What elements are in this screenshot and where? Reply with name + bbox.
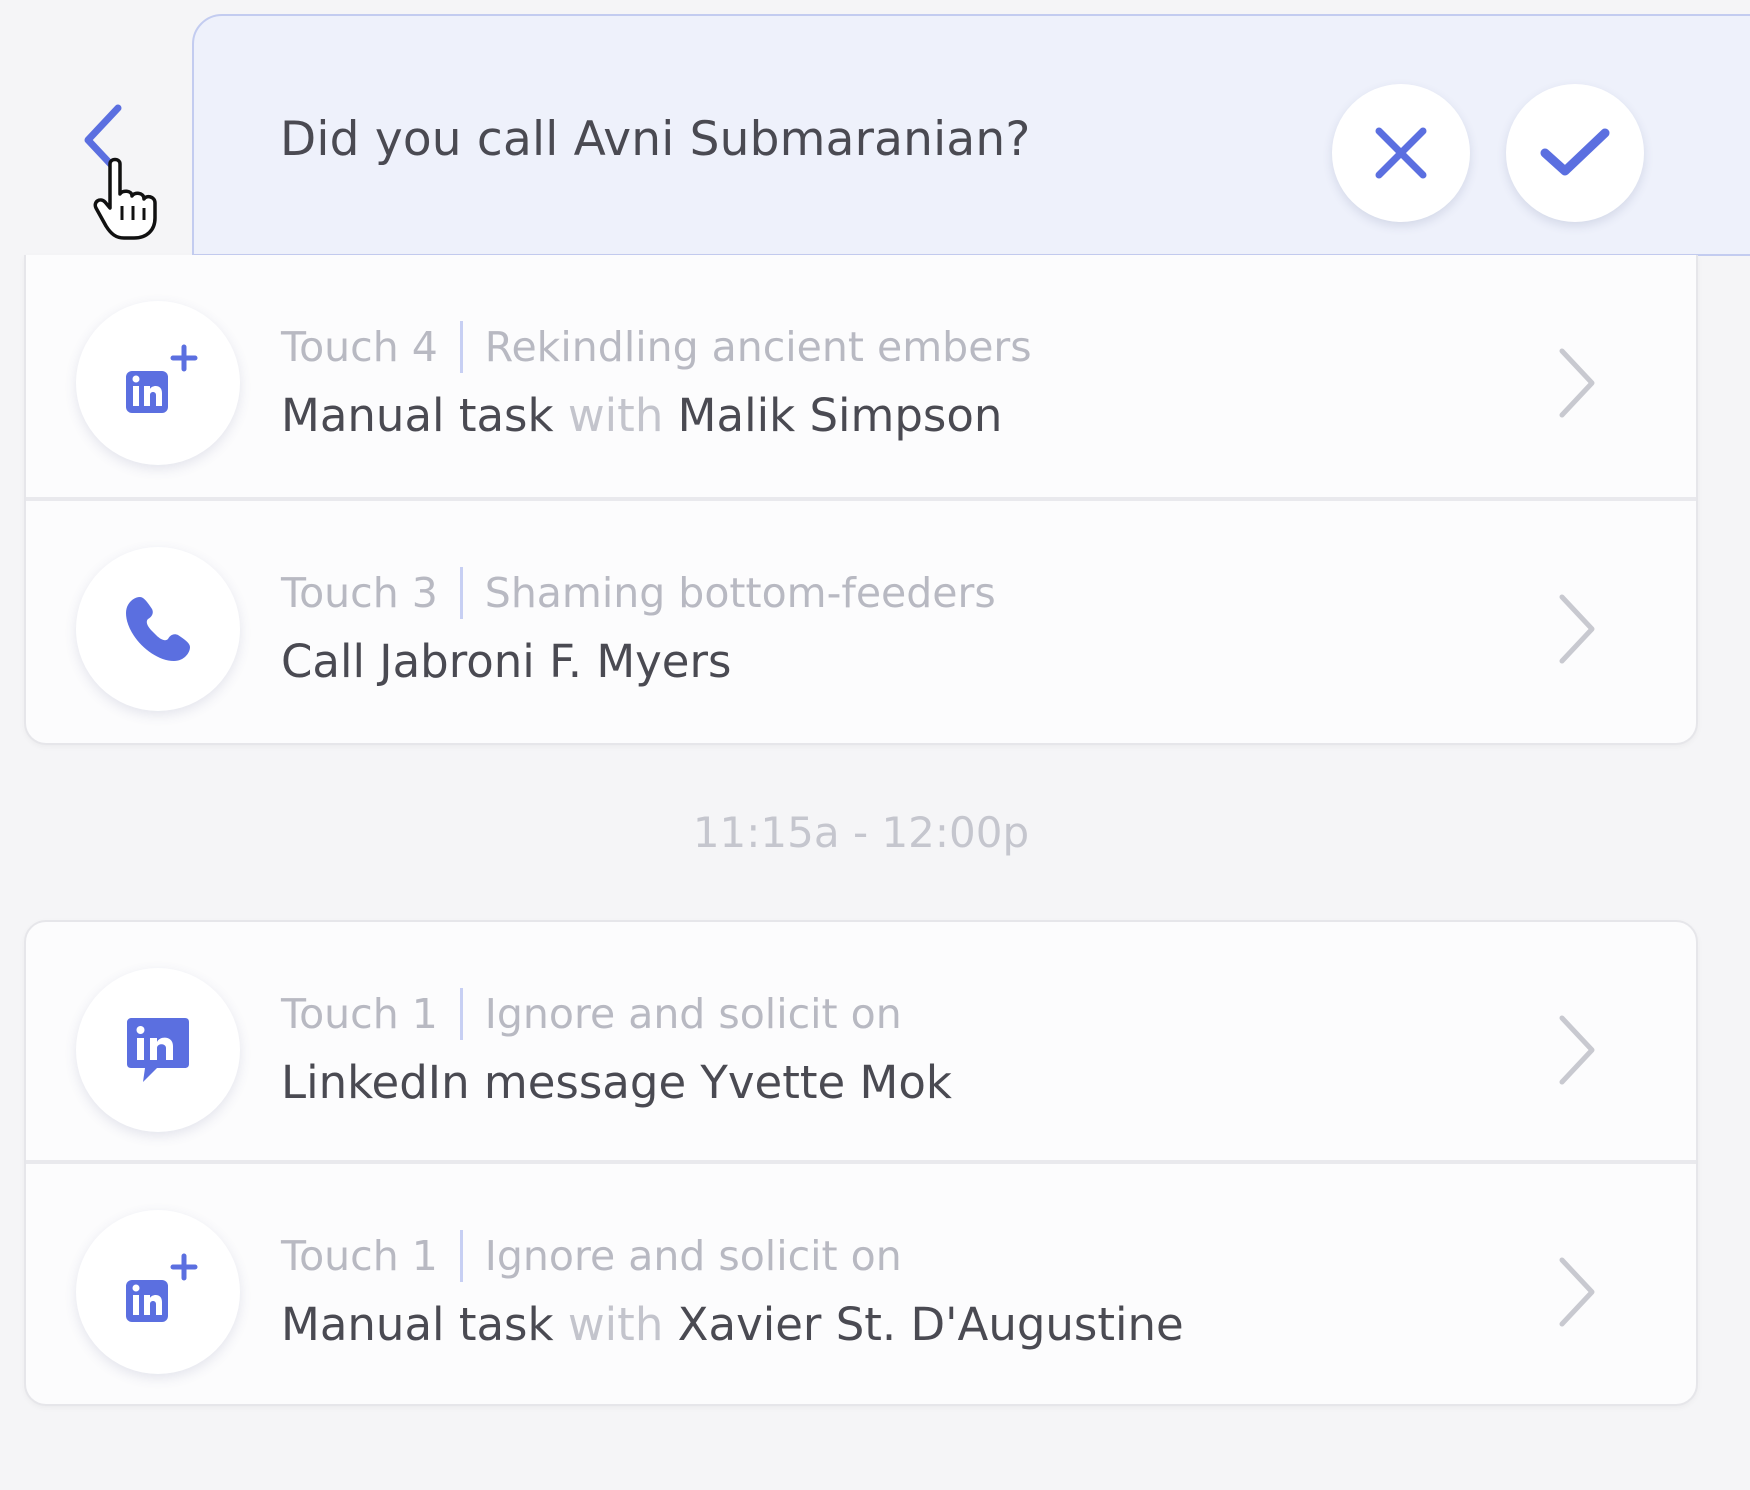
campaign-name: Shaming bottom-feeders	[484, 569, 996, 617]
touch-separator	[459, 567, 463, 619]
touch-info: Touch 3 Shaming bottom-feeders	[281, 567, 996, 619]
task-row[interactable]: Touch 1 Ignore and solicit on Manual tas…	[26, 1164, 1696, 1404]
task-row[interactable]: Touch 4 Rekindling ancient embers Manual…	[26, 255, 1696, 495]
campaign-name: Ignore and solicit on	[484, 1232, 902, 1280]
checkmark-icon	[1540, 128, 1610, 176]
task-contact: Xavier St. D'Augustine	[677, 1298, 1184, 1351]
linkedin-add-icon	[126, 344, 198, 413]
task-type-badge	[76, 301, 240, 465]
time-slot-label: 11:15a - 12:00p	[692, 808, 1030, 857]
task-title: LinkedIn message Yvette Mok	[281, 1056, 952, 1109]
touch-separator	[459, 321, 463, 373]
dismiss-button[interactable]	[1332, 84, 1470, 222]
task-action: Call Jabroni F. Myers	[281, 635, 732, 688]
task-row[interactable]: Touch 1 Ignore and solicit on LinkedIn m…	[26, 922, 1696, 1162]
campaign-name: Ignore and solicit on	[484, 990, 902, 1038]
touch-number: Touch 4	[281, 323, 438, 371]
touch-info: Touch 1 Ignore and solicit on	[281, 1230, 902, 1282]
touch-separator	[459, 1230, 463, 1282]
phone-icon	[126, 597, 190, 661]
chevron-right-icon	[1559, 1257, 1595, 1327]
call-confirmation-question: Did you call Avni Submaranian?	[280, 112, 1031, 167]
campaign-name: Rekindling ancient embers	[484, 323, 1032, 371]
task-title: Call Jabroni F. Myers	[281, 635, 731, 688]
task-type-badge	[76, 547, 240, 711]
chevron-right-icon	[1559, 348, 1595, 418]
task-connector: with	[567, 389, 664, 442]
task-connector: with	[567, 1298, 664, 1351]
touch-number: Touch 3	[281, 569, 438, 617]
touch-info: Touch 4 Rekindling ancient embers	[281, 321, 1032, 373]
touch-number: Touch 1	[281, 1232, 438, 1280]
touch-separator	[459, 988, 463, 1040]
touch-number: Touch 1	[281, 990, 438, 1038]
close-icon	[1375, 127, 1427, 179]
linkedin-message-icon	[127, 1018, 189, 1082]
task-group-current: Touch 4 Rekindling ancient embers Manual…	[24, 255, 1698, 745]
task-action: Manual task	[281, 1298, 554, 1351]
task-type-badge	[76, 1210, 240, 1374]
chevron-right-icon	[1559, 594, 1595, 664]
task-action: Manual task	[281, 389, 554, 442]
task-group-timeslot: Touch 1 Ignore and solicit on LinkedIn m…	[24, 920, 1698, 1406]
pointer-cursor-icon	[92, 156, 162, 242]
task-action: LinkedIn message Yvette Mok	[281, 1056, 952, 1109]
task-title: Manual task with Xavier St. D'Augustine	[281, 1298, 1184, 1351]
task-contact: Malik Simpson	[677, 389, 1003, 442]
chevron-right-icon	[1559, 1015, 1595, 1085]
linkedin-add-icon	[126, 1253, 198, 1322]
touch-info: Touch 1 Ignore and solicit on	[281, 988, 902, 1040]
task-type-badge	[76, 968, 240, 1132]
task-row[interactable]: Touch 3 Shaming bottom-feeders Call Jabr…	[26, 501, 1696, 741]
call-confirmation-bar: Did you call Avni Submaranian?	[192, 14, 1750, 256]
task-title: Manual task with Malik Simpson	[281, 389, 1002, 442]
confirm-button[interactable]	[1506, 84, 1644, 222]
